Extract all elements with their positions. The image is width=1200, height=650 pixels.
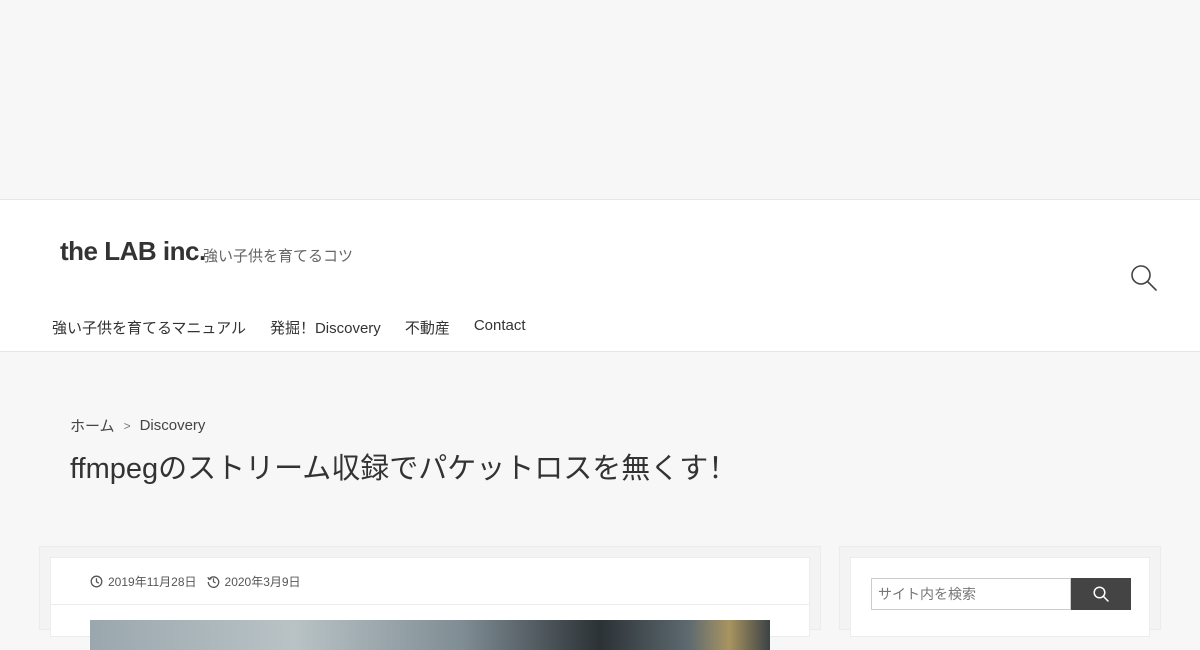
- published-date-text: 2019年11月28日: [108, 575, 197, 589]
- breadcrumb-separator: >: [123, 418, 131, 433]
- breadcrumb-home[interactable]: ホーム: [70, 415, 115, 436]
- sidebar-search-input[interactable]: [871, 578, 1071, 610]
- nav-item-real-estate[interactable]: 不動産: [405, 317, 450, 338]
- eyecatch-image: [90, 620, 770, 650]
- post-meta: 2019年11月28日 2020年3月9日: [90, 573, 311, 590]
- nav-item-discovery[interactable]: 発掘！Discovery: [270, 317, 381, 338]
- published-date: 2019年11月28日: [90, 573, 197, 590]
- global-nav: 強い子供を育てるマニュアル 発掘！Discovery 不動産 Contact: [52, 317, 526, 338]
- site-header: the LAB inc. 強い子供を育てるコツ 強い子供を育てるマニュアル 発掘…: [0, 199, 1200, 352]
- updated-date: 2020年3月9日: [206, 573, 301, 590]
- site-title[interactable]: the LAB inc.: [60, 236, 206, 267]
- history-icon: [206, 576, 219, 588]
- search-widget: [850, 557, 1150, 637]
- search-icon: [1131, 265, 1157, 291]
- sidebar: [839, 546, 1161, 637]
- search-icon: [1093, 586, 1109, 602]
- page-title: ffmpegのストリーム収録でパケットロスを無くす！: [70, 453, 738, 485]
- breadcrumb-current[interactable]: Discovery: [140, 417, 206, 434]
- meta-divider: [51, 604, 809, 605]
- clock-icon: [90, 575, 103, 588]
- breadcrumb: ホーム > Discovery: [70, 415, 205, 436]
- main-column: 2019年11月28日 2020年3月9日: [39, 546, 821, 650]
- sidebar-search-button[interactable]: [1071, 578, 1131, 610]
- site-tagline: 強い子供を育てるコツ: [203, 248, 354, 265]
- header-search-button[interactable]: [1128, 262, 1160, 294]
- nav-item-manual[interactable]: 強い子供を育てるマニュアル: [52, 317, 246, 338]
- nav-item-contact[interactable]: Contact: [474, 317, 526, 338]
- article-card: 2019年11月28日 2020年3月9日: [50, 557, 810, 650]
- ad-space: [0, 0, 1200, 199]
- updated-date-text: 2020年3月9日: [224, 575, 301, 589]
